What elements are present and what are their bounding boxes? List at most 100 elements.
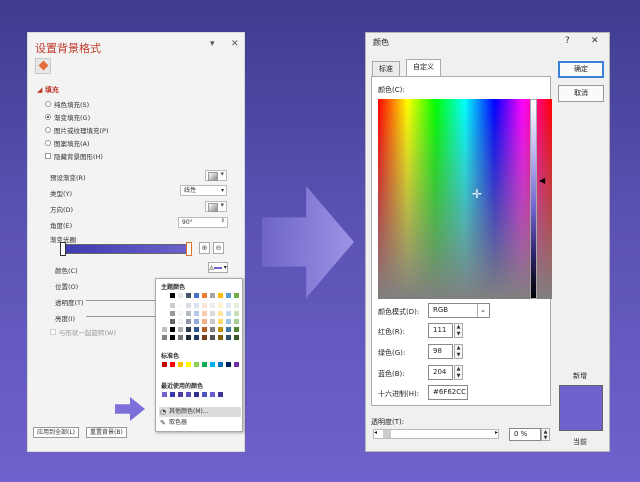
color-swatch[interactable] bbox=[162, 392, 167, 397]
color-swatch[interactable] bbox=[178, 327, 183, 332]
radio-icon[interactable] bbox=[45, 140, 51, 146]
fill-icon[interactable] bbox=[35, 58, 51, 74]
color-swatch[interactable] bbox=[218, 362, 223, 367]
color-swatch[interactable] bbox=[178, 392, 183, 397]
color-swatch[interactable] bbox=[234, 335, 239, 340]
more-colors-menu-item[interactable]: ◔ 其他颜色(M)... bbox=[159, 407, 241, 417]
gradient-stops-bar[interactable] bbox=[60, 244, 192, 254]
color-swatch[interactable] bbox=[162, 311, 167, 316]
reset-background-button[interactable]: 重置背景(B) bbox=[86, 427, 127, 438]
color-swatch[interactable] bbox=[162, 303, 167, 308]
color-swatch[interactable] bbox=[194, 319, 199, 324]
color-swatch[interactable] bbox=[186, 303, 191, 308]
radio-gradient-fill[interactable]: 渐变填充(G) bbox=[45, 112, 90, 122]
color-swatch[interactable] bbox=[226, 319, 231, 324]
color-swatch[interactable] bbox=[210, 319, 215, 324]
color-swatch[interactable] bbox=[226, 311, 231, 316]
color-swatch[interactable] bbox=[202, 335, 207, 340]
color-swatch[interactable] bbox=[210, 327, 215, 332]
color-swatch[interactable] bbox=[186, 335, 191, 340]
radio-icon[interactable] bbox=[45, 101, 51, 107]
color-spectrum[interactable] bbox=[378, 99, 552, 299]
color-swatch[interactable] bbox=[226, 303, 231, 308]
green-input[interactable]: 98 bbox=[428, 344, 453, 359]
green-spinner[interactable]: ▲ ▼ bbox=[454, 344, 463, 359]
apply-to-all-button[interactable]: 应用到全部(L) bbox=[33, 427, 80, 438]
color-swatch[interactable] bbox=[202, 392, 207, 397]
angle-input[interactable]: 90° ⇕ bbox=[178, 217, 228, 228]
help-icon[interactable]: ? bbox=[565, 36, 570, 46]
color-swatch[interactable] bbox=[194, 311, 199, 316]
color-swatch[interactable] bbox=[210, 293, 215, 298]
type-select[interactable]: 线性 ▾ bbox=[180, 185, 227, 196]
color-swatch[interactable] bbox=[234, 319, 239, 324]
color-swatch[interactable] bbox=[202, 319, 207, 324]
gradient-stop-left[interactable] bbox=[60, 242, 66, 256]
color-swatch[interactable] bbox=[186, 327, 191, 332]
color-swatch[interactable] bbox=[218, 311, 223, 316]
red-spinner[interactable]: ▲ ▼ bbox=[454, 323, 463, 338]
direction-dropdown[interactable] bbox=[205, 201, 227, 212]
color-swatch[interactable] bbox=[210, 362, 215, 367]
color-swatch[interactable] bbox=[202, 311, 207, 316]
close-icon[interactable]: ✕ bbox=[231, 39, 239, 49]
color-swatch[interactable] bbox=[178, 311, 183, 316]
color-swatch[interactable] bbox=[194, 335, 199, 340]
color-swatch[interactable] bbox=[226, 362, 231, 367]
checkbox-icon[interactable] bbox=[50, 329, 56, 335]
color-swatch[interactable] bbox=[170, 319, 175, 324]
color-swatch[interactable] bbox=[202, 293, 207, 298]
hex-input[interactable]: #6F62CC bbox=[428, 385, 468, 400]
color-swatch[interactable] bbox=[194, 293, 199, 298]
transparency-slider[interactable]: ◂ ▸ bbox=[373, 429, 499, 439]
red-input[interactable]: 111 bbox=[428, 323, 453, 338]
blue-spinner[interactable]: ▲ ▼ bbox=[454, 365, 463, 380]
spinner-icon[interactable]: ⇕ bbox=[221, 217, 225, 226]
color-swatch[interactable] bbox=[186, 362, 191, 367]
color-swatch[interactable] bbox=[170, 327, 175, 332]
arrow-left-icon[interactable]: ◂ bbox=[374, 429, 377, 436]
color-model-select[interactable]: RGB ⌄ bbox=[428, 303, 490, 318]
color-swatch[interactable] bbox=[218, 319, 223, 324]
color-swatch[interactable] bbox=[210, 311, 215, 316]
hide-background-checkbox[interactable]: 隐藏背景图形(H) bbox=[45, 151, 103, 161]
arrow-right-icon[interactable]: ▸ bbox=[495, 429, 498, 436]
color-swatch[interactable] bbox=[170, 293, 175, 298]
color-swatch[interactable] bbox=[218, 335, 223, 340]
color-swatch[interactable] bbox=[194, 303, 199, 308]
luminance-slider[interactable] bbox=[530, 99, 537, 299]
eyedropper-menu-item[interactable]: ✎ 取色器 bbox=[159, 418, 241, 428]
color-swatch[interactable] bbox=[186, 392, 191, 397]
color-swatch[interactable] bbox=[178, 319, 183, 324]
color-picker-button[interactable]: ◬ ▾ bbox=[208, 262, 228, 273]
color-swatch[interactable] bbox=[170, 362, 175, 367]
transparency-slider[interactable] bbox=[86, 300, 156, 301]
add-stop-icon[interactable]: ⊕ bbox=[199, 242, 210, 254]
transparency-spinner[interactable]: ▲ ▼ bbox=[541, 428, 550, 441]
ok-button[interactable]: 确定 bbox=[558, 61, 604, 78]
radio-picture-fill[interactable]: 图片或纹理填充(P) bbox=[45, 125, 109, 135]
color-swatch[interactable] bbox=[178, 362, 183, 367]
radio-icon[interactable] bbox=[45, 114, 51, 120]
brightness-slider[interactable] bbox=[86, 316, 156, 317]
color-swatch[interactable] bbox=[194, 392, 199, 397]
color-swatch[interactable] bbox=[194, 327, 199, 332]
color-swatch[interactable] bbox=[170, 392, 175, 397]
color-swatch[interactable] bbox=[226, 327, 231, 332]
rotate-with-shape-checkbox[interactable]: 与形状一起旋转(W) bbox=[50, 327, 116, 337]
color-swatch[interactable] bbox=[210, 303, 215, 308]
color-swatch[interactable] bbox=[186, 311, 191, 316]
preset-gradient-dropdown[interactable] bbox=[205, 170, 227, 181]
tab-standard[interactable]: 标准 bbox=[372, 61, 400, 76]
tab-custom[interactable]: 自定义 bbox=[406, 59, 441, 76]
color-swatch[interactable] bbox=[234, 311, 239, 316]
color-swatch[interactable] bbox=[162, 327, 167, 332]
color-swatch[interactable] bbox=[170, 335, 175, 340]
color-swatch[interactable] bbox=[218, 327, 223, 332]
color-swatch[interactable] bbox=[162, 335, 167, 340]
color-swatch[interactable] bbox=[186, 319, 191, 324]
color-swatch[interactable] bbox=[186, 293, 191, 298]
radio-icon[interactable] bbox=[45, 127, 51, 133]
color-swatch[interactable] bbox=[210, 335, 215, 340]
color-swatch[interactable] bbox=[234, 327, 239, 332]
